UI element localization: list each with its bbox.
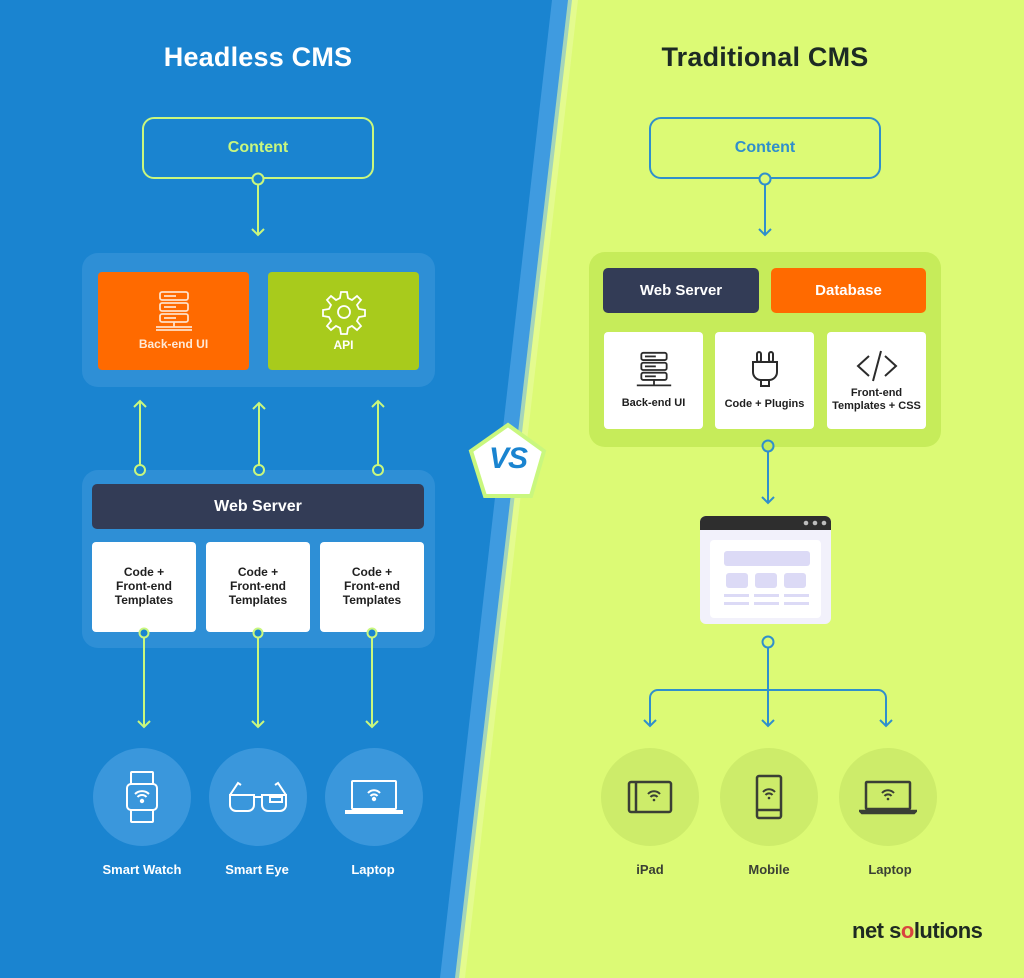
mobile-label: Mobile	[748, 862, 790, 877]
stack-to-browser-arrow	[761, 439, 775, 505]
ipad-device	[601, 748, 699, 846]
logo-text: net s	[852, 918, 901, 943]
tablet-icon	[627, 780, 673, 814]
laptop-label: Laptop	[868, 862, 912, 877]
content-to-stack-arrow	[758, 172, 772, 237]
mobile-device	[720, 748, 818, 846]
laptop-device	[839, 748, 937, 846]
browser-to-devices-arrows	[643, 635, 893, 728]
ipad-label: iPad	[636, 862, 664, 877]
logo-text: lutions	[913, 918, 983, 943]
net-solutions-logo: net solutions	[852, 918, 983, 944]
mobile-icon	[755, 774, 783, 820]
logo-o: o	[900, 918, 914, 943]
laptop-icon	[859, 780, 917, 815]
